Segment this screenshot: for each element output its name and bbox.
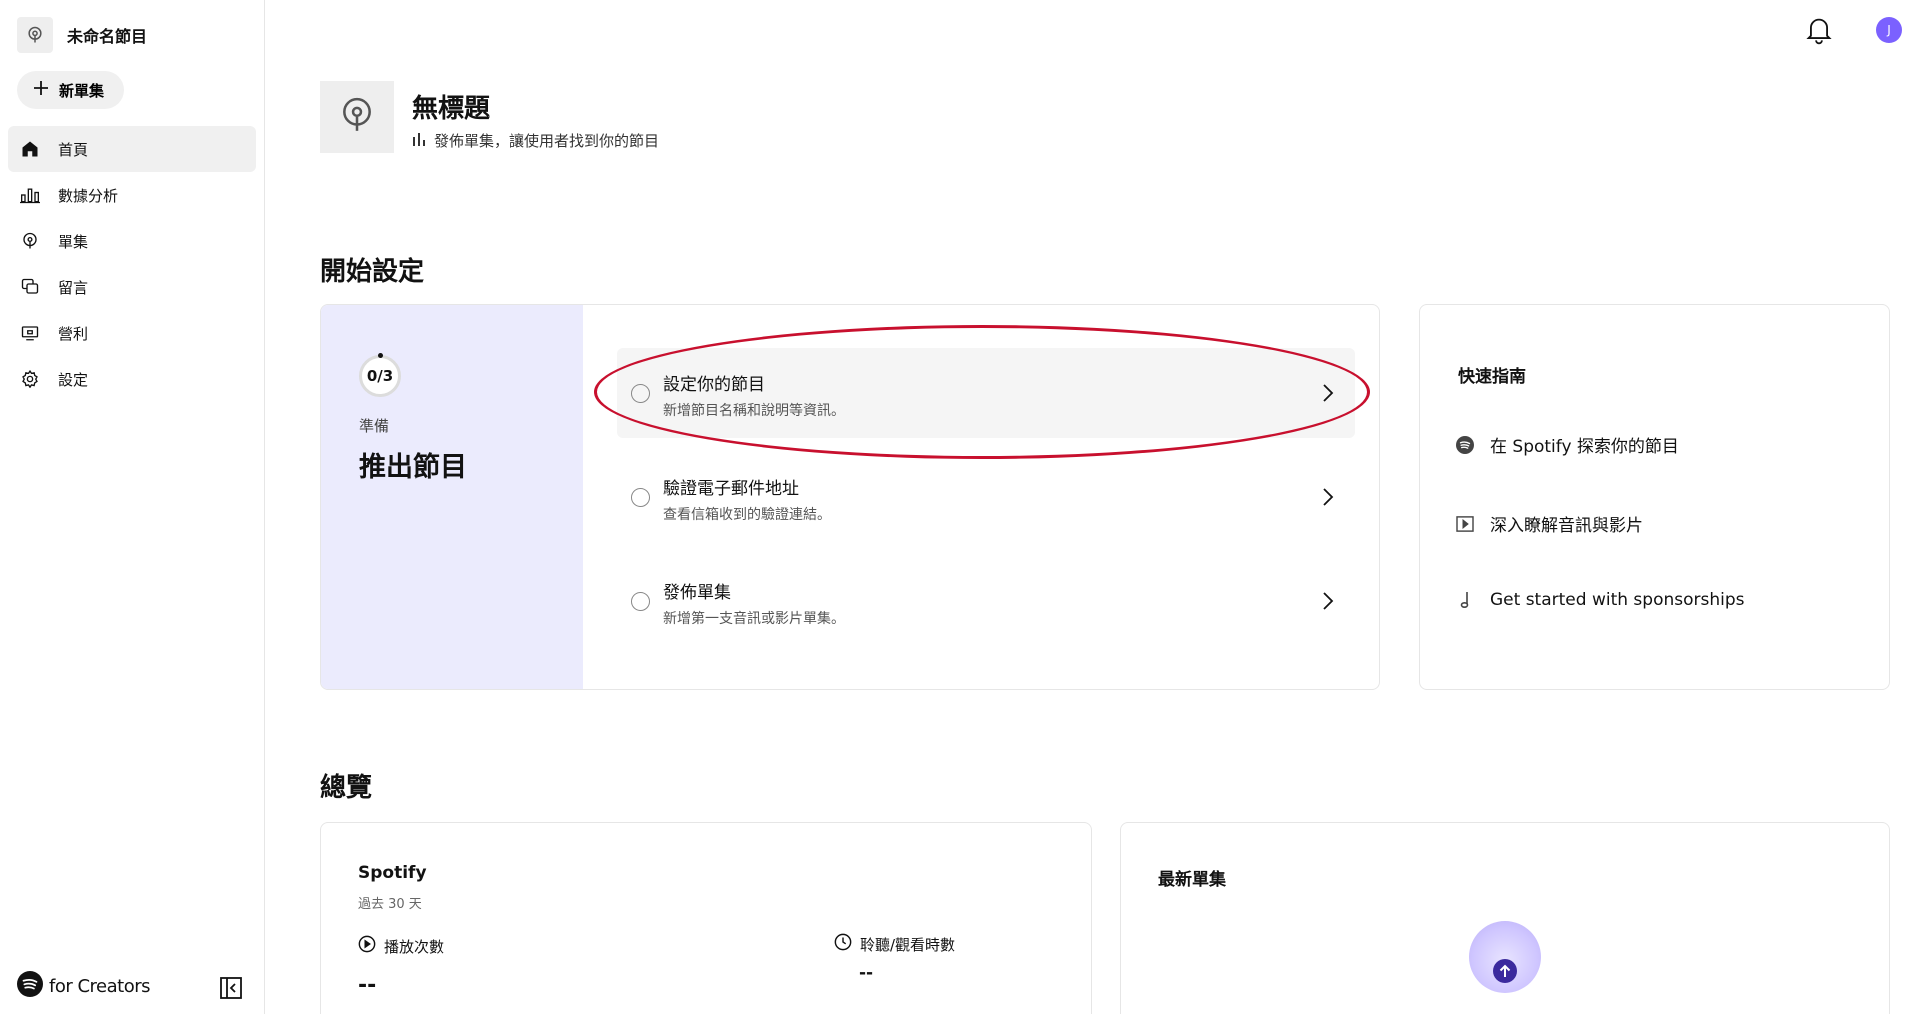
collapse-sidebar-icon[interactable] <box>219 976 243 1000</box>
sidebar-item-comments[interactable]: 留言 <box>8 264 256 310</box>
launch-title: 推出節目 <box>359 452 467 483</box>
sidebar: 未命名節目 新單集 首頁 數據分析 單集 留言 營利 設定 for Creato… <box>0 0 265 1014</box>
upload-episode-illustration[interactable] <box>1469 921 1541 993</box>
guide-link-sponsorships[interactable]: Get started with sponsorships <box>1456 590 1745 610</box>
sidebar-item-label: 留言 <box>58 278 89 297</box>
plays-label: 播放次數 <box>384 937 445 956</box>
progress-ring-marker <box>378 353 383 358</box>
settings-icon <box>20 369 40 389</box>
subtitle-text: 發佈單集，讓使用者找到你的節目 <box>434 132 660 150</box>
spotify-for-creators-logo[interactable]: for Creators <box>17 971 151 1002</box>
podcast-icon <box>17 17 53 53</box>
quick-guide-title: 快速指南 <box>1458 367 1526 387</box>
spotify-stats-title: Spotify <box>358 863 427 883</box>
guide-link-label: 深入瞭解音訊與影片 <box>1490 516 1643 536</box>
video-icon <box>1456 515 1474 533</box>
plays-metric: 播放次數 <box>358 935 444 957</box>
latest-episode-card: 最新單集 <box>1120 822 1890 1014</box>
sidebar-item-settings[interactable]: 設定 <box>8 356 256 402</box>
latest-episode-title: 最新單集 <box>1158 870 1226 890</box>
listening-time-label: 聆聽/觀看時數 <box>860 935 956 954</box>
task-publish-episode[interactable]: 發佈單集 新增第一支音訊或影片單集。 <box>617 556 1355 646</box>
guide-link-audio-video[interactable]: 深入瞭解音訊與影片 <box>1456 511 1643 536</box>
sidebar-item-label: 數據分析 <box>58 186 119 205</box>
chevron-right-icon <box>1321 485 1335 509</box>
monetization-icon <box>20 323 40 343</box>
quick-guide-card: 快速指南 在 Spotify 探索你的節目 深入瞭解音訊與影片 Get star… <box>1419 304 1890 690</box>
episodes-icon <box>20 231 40 251</box>
brand-label: for Creators <box>49 976 151 997</box>
clock-icon <box>834 933 852 955</box>
new-episode-button[interactable]: 新單集 <box>17 71 125 109</box>
sidebar-item-monetization[interactable]: 營利 <box>8 310 256 356</box>
task-radio[interactable] <box>631 592 650 611</box>
music-note-icon <box>1456 591 1474 609</box>
play-circle-icon <box>358 935 376 957</box>
comments-icon <box>20 277 40 297</box>
sidebar-item-home[interactable]: 首頁 <box>8 126 256 172</box>
sidebar-item-analytics[interactable]: 數據分析 <box>8 172 256 218</box>
sidebar-item-episodes[interactable]: 單集 <box>8 218 256 264</box>
task-description: 新增第一支音訊或影片單集。 <box>663 611 845 627</box>
setup-section-title: 開始設定 <box>320 257 425 287</box>
listening-time-metric: 聆聽/觀看時數 <box>834 933 955 955</box>
listening-time-value: -- <box>859 963 874 983</box>
launch-progress-panel: 0/3 準備 推出節目 <box>321 305 583 689</box>
new-episode-label: 新單集 <box>59 82 105 100</box>
sidebar-nav: 首頁 數據分析 單集 留言 營利 設定 <box>8 126 256 402</box>
sidebar-item-label: 首頁 <box>58 140 89 159</box>
analytics-icon <box>20 185 40 205</box>
notifications-bell-icon[interactable] <box>1805 15 1833 45</box>
avatar[interactable]: J <box>1876 17 1902 43</box>
spotify-icon <box>17 971 43 1002</box>
highlight-annotation-ellipse <box>594 325 1370 459</box>
bar-chart-icon <box>412 131 426 151</box>
sidebar-item-label: 單集 <box>58 232 89 251</box>
overview-section-title: 總覽 <box>320 773 373 803</box>
guide-link-explore[interactable]: 在 Spotify 探索你的節目 <box>1456 432 1679 457</box>
progress-ring: 0/3 <box>359 355 401 397</box>
sidebar-item-label: 營利 <box>58 324 89 343</box>
task-verify-email[interactable]: 驗證電子郵件地址 查看信箱收到的驗證連結。 <box>617 452 1355 542</box>
spotify-stats-card: Spotify 過去 30 天 播放次數 -- 聆聽/觀看時數 -- <box>320 822 1092 1014</box>
home-icon <box>20 139 40 159</box>
guide-link-label: 在 Spotify 探索你的節目 <box>1490 437 1679 457</box>
task-title: 驗證電子郵件地址 <box>663 479 799 499</box>
upload-arrow-icon <box>1493 959 1517 983</box>
date-range-label: 過去 30 天 <box>358 897 422 912</box>
guide-link-label: Get started with sponsorships <box>1490 590 1745 610</box>
plus-icon <box>33 80 49 100</box>
progress-status: 準備 <box>359 417 390 435</box>
task-description: 查看信箱收到的驗證連結。 <box>663 507 831 523</box>
page-title: 無標題 <box>412 94 491 124</box>
podcast-icon <box>338 96 376 138</box>
show-cover-placeholder <box>320 81 394 153</box>
show-name: 未命名節目 <box>67 27 148 46</box>
plays-value: -- <box>358 973 377 998</box>
sidebar-item-label: 設定 <box>58 370 89 389</box>
task-title: 發佈單集 <box>663 583 731 603</box>
chevron-right-icon <box>1321 589 1335 613</box>
show-switcher[interactable]: 未命名節目 <box>17 17 147 53</box>
spotify-icon <box>1456 435 1474 454</box>
page-subtitle: 發佈單集，讓使用者找到你的節目 <box>412 130 659 151</box>
task-radio[interactable] <box>631 488 650 507</box>
